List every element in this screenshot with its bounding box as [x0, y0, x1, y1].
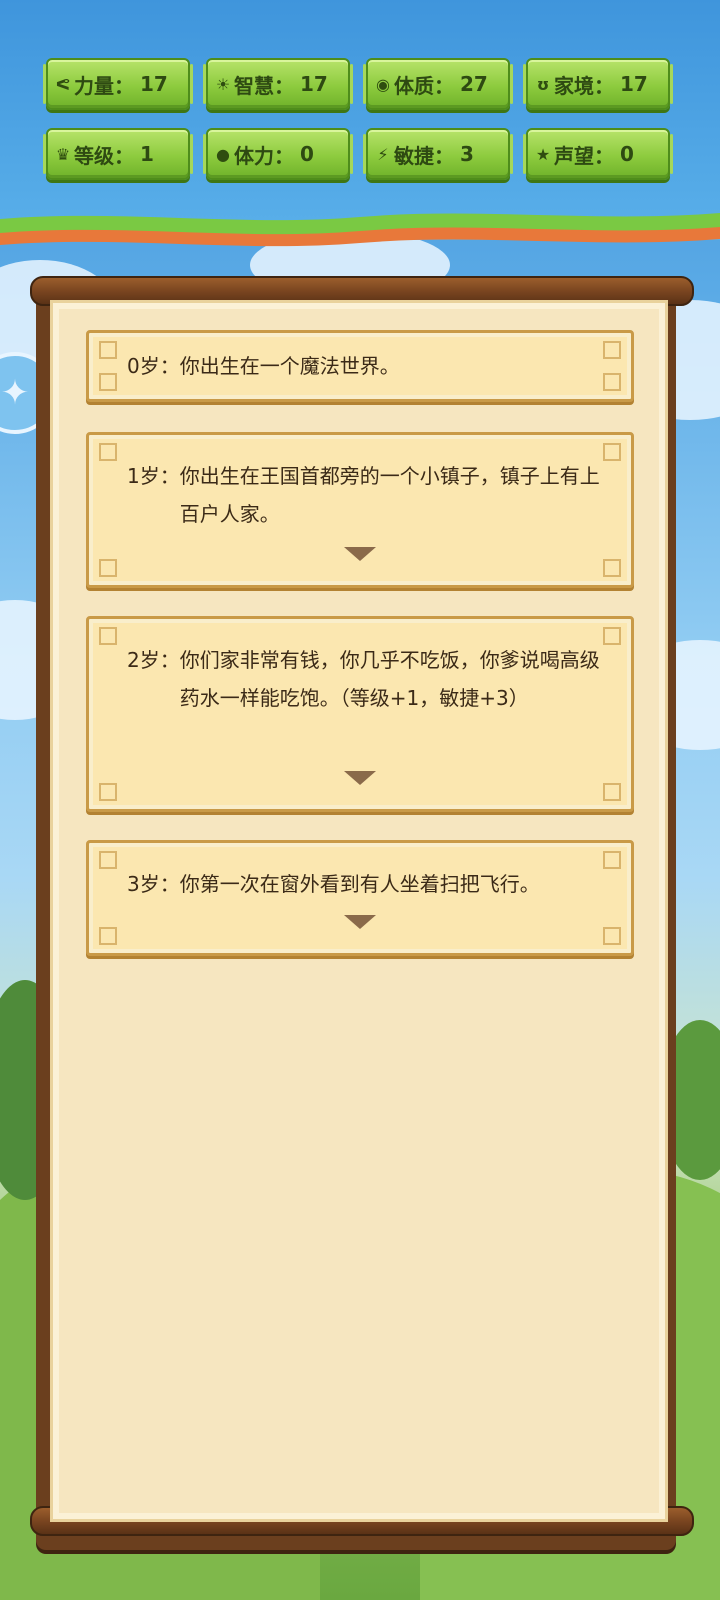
stat-label: 体质 — [394, 73, 434, 98]
expand-arrow-icon[interactable] — [344, 915, 376, 929]
stat-separator: ： — [594, 143, 614, 168]
stat-separator: ： — [274, 73, 294, 98]
event-age: 2岁 — [127, 648, 160, 672]
stat-value: 1 — [140, 142, 154, 166]
event-card[interactable]: 3岁： 你第一次在窗外看到有人坐着扫把飞行。 — [86, 840, 634, 956]
event-age: 0岁 — [127, 354, 160, 378]
heart-icon: ● — [216, 144, 230, 164]
header-stripe — [0, 213, 720, 247]
stat-separator: ： — [434, 73, 454, 98]
wisdom-icon: ☀ — [215, 74, 231, 94]
event-separator: ： — [159, 464, 180, 488]
stat-stamina: ● 体力： 0 — [203, 128, 353, 180]
event-text: 你出生在一个魔法世界。 — [179, 354, 400, 378]
stat-label: 等级 — [74, 143, 114, 168]
stat-value: 27 — [460, 72, 488, 96]
stat-label: 体力 — [234, 143, 274, 168]
stat-constitution: ◉ 体质： 27 — [363, 58, 513, 110]
event-separator: ： — [159, 354, 180, 378]
event-card[interactable]: 2岁： 你们家非常有钱，你几乎不吃饭，你爹说喝高级药水一样能吃饱。（等级+1，敏… — [86, 616, 634, 812]
stat-label: 智慧 — [234, 73, 274, 98]
stat-value: 0 — [300, 142, 314, 166]
event-card[interactable]: 0岁： 你出生在一个魔法世界。 — [86, 330, 634, 402]
stat-value: 17 — [300, 72, 328, 96]
stat-wisdom: ☀ 智慧： 17 — [203, 58, 353, 110]
stat-reputation: ★ 声望： 0 — [523, 128, 673, 180]
family-icon: ʊ — [536, 74, 550, 94]
event-age: 1岁 — [127, 464, 160, 488]
star-icon: ★ — [535, 144, 551, 164]
stat-separator: ： — [114, 73, 134, 98]
stat-strength: ᕙ 力量： 17 — [43, 58, 193, 110]
stat-value: 17 — [620, 72, 648, 96]
lightning-icon: ⚡ — [377, 144, 389, 164]
event-text: 你出生在王国首都旁的一个小镇子，镇子上有上百户人家。 — [179, 464, 600, 526]
event-text: 你们家非常有钱，你几乎不吃饭，你爹说喝高级药水一样能吃饱。（等级+1，敏捷+3） — [179, 648, 600, 710]
stat-level: ♛ 等级： 1 — [43, 128, 193, 180]
crown-icon: ♛ — [55, 144, 71, 164]
stat-separator: ： — [274, 143, 294, 168]
event-separator: ： — [159, 872, 180, 896]
stat-value: 17 — [140, 72, 168, 96]
stat-family: ʊ 家境： 17 — [523, 58, 673, 110]
expand-arrow-icon[interactable] — [344, 547, 376, 561]
event-card[interactable]: 1岁： 你出生在王国首都旁的一个小镇子，镇子上有上百户人家。 — [86, 432, 634, 588]
stat-label: 敏捷 — [394, 143, 434, 168]
stats-grid: ᕙ 力量： 17 ☀ 智慧： 17 ◉ 体质： 27 ʊ 家境： 17 ♛ 等级 — [43, 58, 673, 180]
stat-separator: ： — [594, 73, 614, 98]
stat-separator: ： — [434, 143, 454, 168]
stats-panel: ᕙ 力量： 17 ☀ 智慧： 17 ◉ 体质： 27 ʊ 家境： 17 ♛ 等级 — [0, 0, 720, 240]
stat-agility: ⚡ 敏捷： 3 — [363, 128, 513, 180]
stat-label: 力量 — [74, 73, 114, 98]
stat-value: 3 — [460, 142, 474, 166]
constitution-icon: ◉ — [376, 74, 390, 94]
event-text: 你第一次在窗外看到有人坐着扫把飞行。 — [179, 872, 540, 896]
stat-label: 声望 — [554, 143, 594, 168]
expand-arrow-icon[interactable] — [344, 771, 376, 785]
stat-separator: ： — [114, 143, 134, 168]
event-age: 3岁 — [127, 872, 160, 896]
stat-value: 0 — [620, 142, 634, 166]
stat-label: 家境 — [554, 73, 594, 98]
game-screen: ✦ ᕙ 力量： 17 ☀ 智慧： 17 ◉ 体质： 27 ʊ 家境： 17 ♛ … — [0, 0, 720, 1600]
strength-icon: ᕙ — [55, 74, 71, 94]
event-separator: ： — [159, 648, 180, 672]
